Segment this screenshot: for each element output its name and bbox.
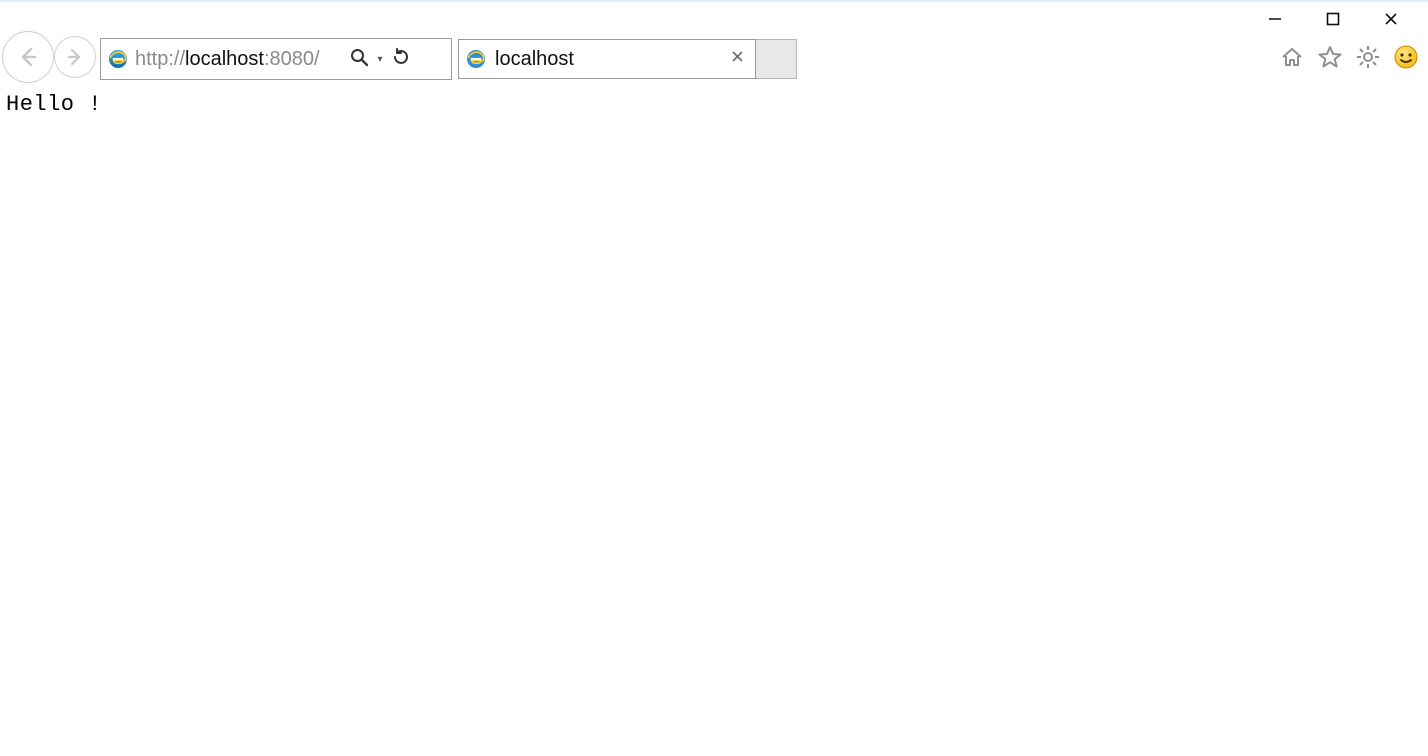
- feedback-smiley-button[interactable]: [1390, 43, 1422, 75]
- tab-title: localhost: [495, 48, 723, 71]
- tab-favicon-icon: [463, 46, 489, 72]
- close-icon: [731, 50, 744, 68]
- ie-logo-icon: [105, 46, 131, 72]
- close-icon: [1384, 12, 1398, 26]
- tab-strip: localhost: [458, 39, 797, 79]
- search-icon: [349, 47, 369, 72]
- gear-icon: [1355, 44, 1381, 75]
- tab-active[interactable]: localhost: [458, 39, 756, 79]
- address-bar[interactable]: http://localhost:8080/ ▾: [100, 38, 452, 80]
- page-body-text: Hello !: [6, 92, 102, 117]
- url-host: localhost: [185, 48, 264, 70]
- minimize-icon: [1268, 12, 1282, 26]
- new-tab-button[interactable]: [756, 39, 797, 79]
- window-caption-bar: [0, 2, 1428, 36]
- refresh-button[interactable]: [387, 40, 415, 78]
- back-arrow-icon: [14, 43, 42, 71]
- forward-arrow-icon: [64, 46, 86, 68]
- home-button[interactable]: [1276, 43, 1308, 75]
- smiley-icon: [1393, 44, 1419, 75]
- search-dropdown[interactable]: ▾: [373, 54, 387, 65]
- nav-forward-button[interactable]: [54, 36, 96, 78]
- dropdown-caret-icon: ▾: [377, 54, 382, 65]
- url-display[interactable]: http://localhost:8080/: [135, 48, 345, 71]
- nav-back-button[interactable]: [2, 31, 54, 83]
- window-close-button[interactable]: [1362, 2, 1420, 36]
- home-icon: [1279, 44, 1305, 75]
- page-content: Hello !: [0, 82, 1428, 127]
- command-bar: [1276, 43, 1428, 75]
- tab-close-button[interactable]: [723, 45, 751, 73]
- favorites-button[interactable]: [1314, 43, 1346, 75]
- url-scheme: http://: [135, 48, 185, 70]
- window-minimize-button[interactable]: [1246, 2, 1304, 36]
- maximize-icon: [1326, 12, 1340, 26]
- refresh-icon: [391, 47, 411, 72]
- url-port-path: :8080/: [264, 48, 320, 70]
- browser-toolbar: http://localhost:8080/ ▾ lo: [0, 36, 1428, 82]
- search-button[interactable]: [345, 40, 373, 78]
- star-icon: [1317, 44, 1343, 75]
- tools-button[interactable]: [1352, 43, 1384, 75]
- window-maximize-button[interactable]: [1304, 2, 1362, 36]
